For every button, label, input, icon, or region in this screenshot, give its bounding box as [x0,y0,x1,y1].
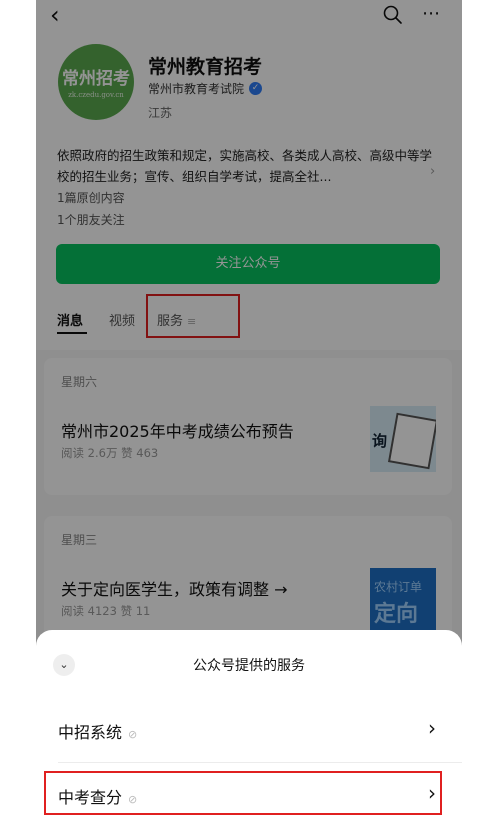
score-query-highlight [44,771,442,815]
phone-viewport: ‹ ⋯ 常州招考 zk.czedu.gov.cn 常州教育招考 常州市教育考试院… [36,0,462,828]
sheet-title: 公众号提供的服务 [193,658,305,674]
service-item-zhongzhao-system[interactable]: 中招系统 ⊘ › [36,702,462,758]
service-item-label: 中招系统 ⊘ [58,719,137,743]
chevron-right-icon: › [428,716,436,740]
services-bottom-sheet: ⌄ 公众号提供的服务 中招系统 ⊘ › 中考查分 ⊘ › [36,630,462,828]
screen: ‹ ⋯ 常州招考 zk.czedu.gov.cn 常州教育招考 常州市教育考试院… [0,0,500,828]
link-icon: ⊘ [128,728,138,741]
divider [58,762,462,763]
service-item-text: 中招系统 [58,723,123,742]
